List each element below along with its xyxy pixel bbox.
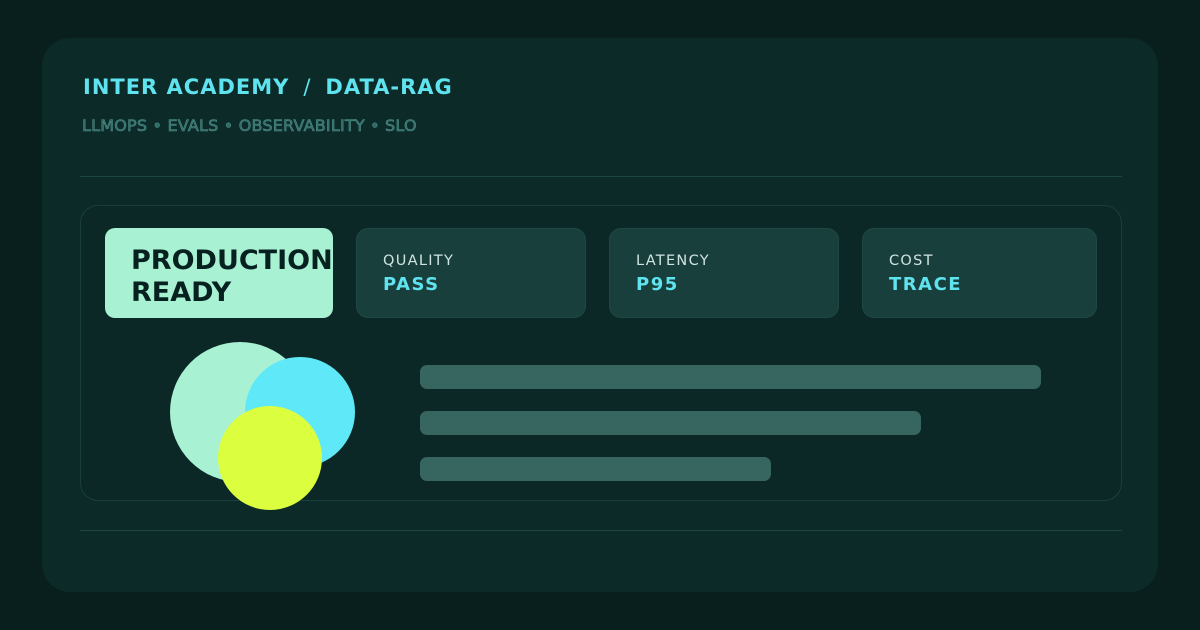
status-panel: PRODUCTION READY QUALITY PASS LATENCY P9…	[80, 205, 1122, 501]
production-ready-badge: PRODUCTION READY	[105, 228, 333, 318]
metric-value: TRACE	[889, 274, 963, 295]
metric-cost: COST TRACE	[862, 228, 1097, 318]
top-divider	[80, 176, 1122, 177]
metric-quality: QUALITY PASS	[356, 228, 586, 318]
metric-value: P95	[636, 274, 679, 295]
title-separator: /	[303, 75, 312, 99]
bottom-divider	[80, 530, 1122, 531]
topic-tags: LLMOPS • EVALS • OBSERVABILITY • SLO	[82, 116, 417, 136]
metric-value: PASS	[383, 274, 440, 295]
hero-card: INTER ACADEMY / DATA-RAG LLMOPS • EVALS • …	[42, 38, 1158, 592]
metric-latency: LATENCY P95	[609, 228, 839, 318]
metric-label: QUALITY	[383, 253, 455, 269]
placeholder-bar	[420, 411, 921, 435]
course-name: DATA-RAG	[325, 75, 453, 99]
brand-name: INTER ACADEMY	[83, 75, 290, 99]
metric-label: LATENCY	[636, 253, 710, 269]
badge-line-2: READY	[131, 277, 232, 308]
badge-line-1: PRODUCTION	[131, 245, 333, 276]
page-title: INTER ACADEMY / DATA-RAG	[83, 75, 453, 99]
canvas: INTER ACADEMY / DATA-RAG LLMOPS • EVALS • …	[0, 0, 1200, 630]
placeholder-bar	[420, 365, 1041, 389]
placeholder-bar	[420, 457, 771, 481]
metric-label: COST	[889, 253, 934, 269]
